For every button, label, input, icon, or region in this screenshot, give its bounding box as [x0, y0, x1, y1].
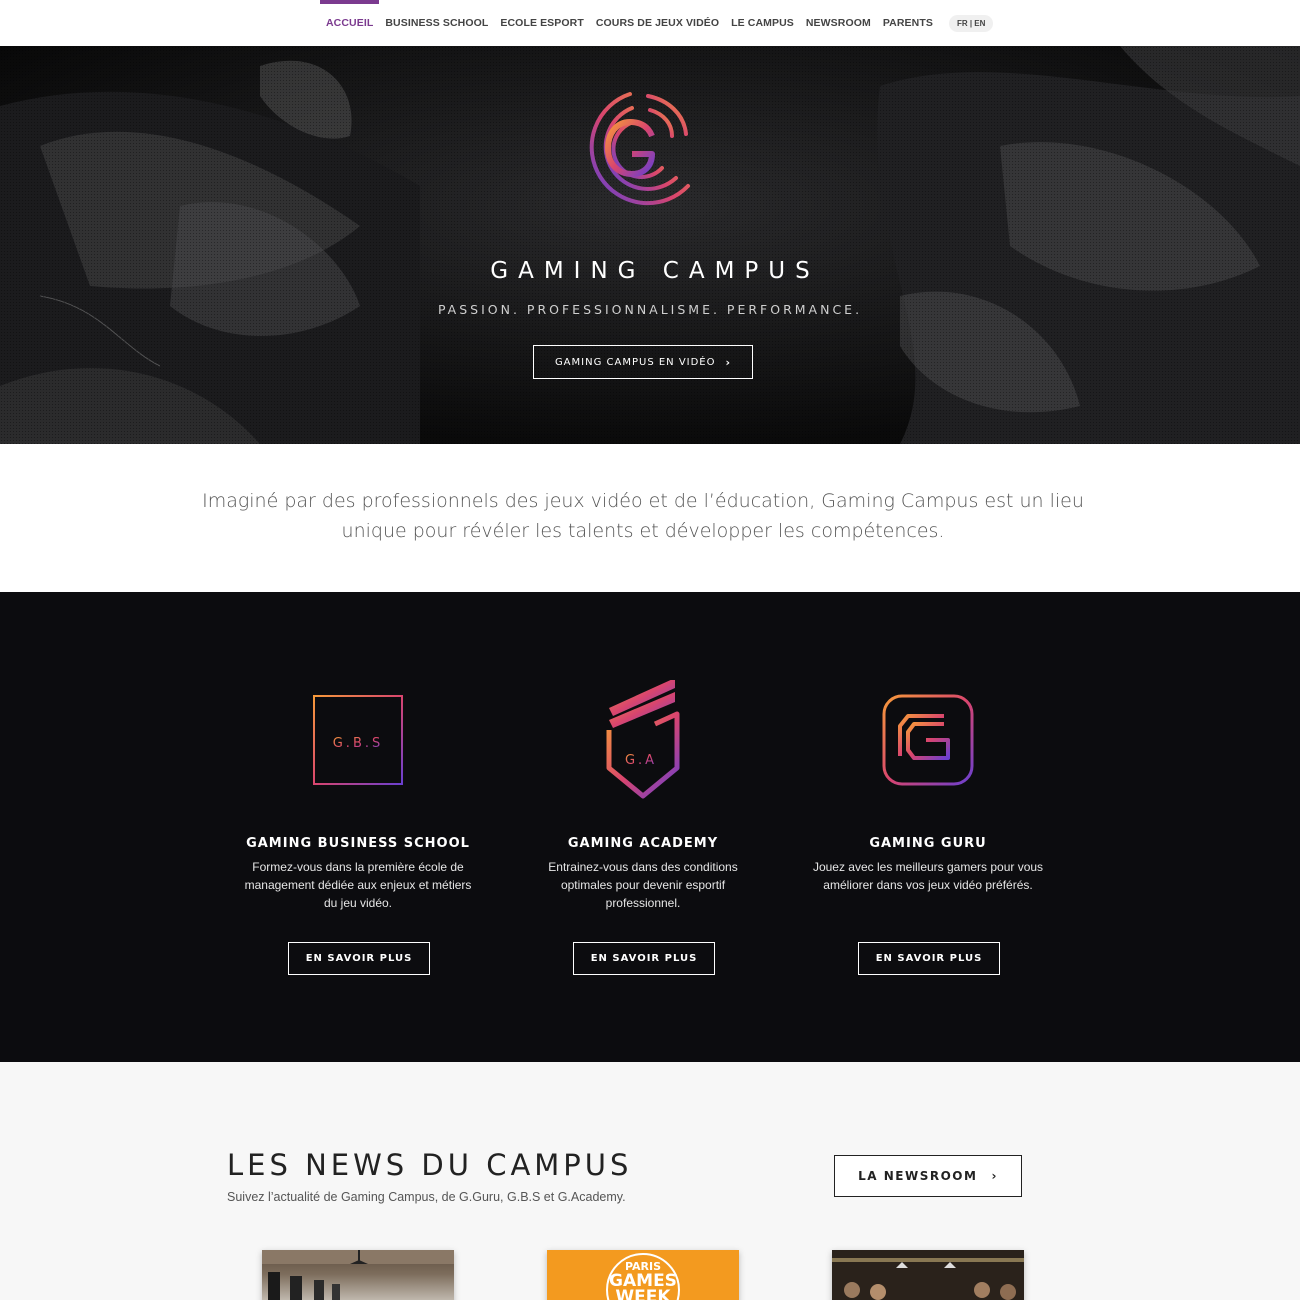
news-card-2[interactable]: PARIS GAMES WEEK — [547, 1250, 739, 1300]
ga-shield-logo-icon: G.A — [606, 680, 680, 799]
newsroom-button[interactable]: LA NEWSROOM › — [834, 1155, 1022, 1197]
nav-menu: ACCUEIL BUSINESS SCHOOL ECOLE ESPORT COU… — [320, 0, 994, 46]
gaming-campus-logo-icon — [589, 92, 690, 206]
nav-item-le-campus[interactable]: LE CAMPUS — [725, 0, 800, 46]
gbs-logo-icon: G.B.S — [313, 695, 403, 785]
ga-logo-text: G.A — [625, 753, 657, 768]
gbs-learn-more-button[interactable]: EN SAVOIR PLUS — [288, 942, 430, 975]
schools-section: G.B.S GAMING BUSINESS SCHOOL Formez-vous… — [0, 592, 1300, 1062]
hero-banner: GAMING CAMPUS PASSION. PROFESSIONNALISME… — [0, 46, 1300, 444]
language-switcher[interactable]: FR | EN — [948, 14, 994, 32]
news-card-image — [832, 1250, 1024, 1300]
nav-item-newsroom[interactable]: NEWSROOM — [800, 0, 877, 46]
school-name: GAMING ACADEMY — [567, 836, 719, 851]
nav-item-business-school[interactable]: BUSINESS SCHOOL — [379, 0, 494, 46]
news-subtitle: Suivez l’actualité de Gaming Campus, de … — [227, 1190, 626, 1204]
paris-games-week-logo-text: WEEK — [615, 1287, 671, 1300]
ga-learn-more-button[interactable]: EN SAVOIR PLUS — [573, 942, 715, 975]
nav-item-ecole-esport[interactable]: ECOLE ESPORT — [494, 0, 589, 46]
intro-text: Imaginé par des professionnels des jeux … — [202, 490, 1084, 542]
chevron-right-icon: › — [725, 355, 732, 369]
school-description: Formez-vous dans la première école de ma… — [244, 860, 472, 910]
hero-tagline: PASSION. PROFESSIONNALISME. PERFORMANCE. — [437, 302, 863, 317]
news-title: LES NEWS DU CAMPUS — [227, 1148, 633, 1182]
news-card-1[interactable] — [262, 1250, 454, 1300]
school-description: Jouez avec les meilleurs gamers pour vou… — [812, 860, 1044, 892]
school-name: GAMING BUSINESS SCHOOL — [246, 836, 470, 851]
school-name: GAMING GURU — [869, 836, 987, 851]
news-card-3[interactable] — [832, 1250, 1024, 1300]
guru-learn-more-button[interactable]: EN SAVOIR PLUS — [858, 942, 1000, 975]
video-button[interactable]: GAMING CAMPUS EN VIDÉO › — [533, 345, 753, 379]
nav-item-parents[interactable]: PARENTS — [877, 0, 939, 46]
gbs-logo-text: G.B.S — [333, 736, 384, 751]
top-navigation: ACCUEIL BUSINESS SCHOOL ECOLE ESPORT COU… — [0, 0, 1300, 46]
nav-item-cours-jeux-video[interactable]: COURS DE JEUX VIDÉO — [590, 0, 725, 46]
nav-item-accueil[interactable]: ACCUEIL — [320, 0, 380, 46]
newsroom-button-label: LA NEWSROOM — [858, 1169, 978, 1183]
news-card-image: PARIS GAMES WEEK — [547, 1250, 739, 1300]
news-section: LES NEWS DU CAMPUS Suivez l’actualité de… — [0, 1062, 1300, 1300]
news-card-image — [262, 1250, 454, 1300]
intro-section: Imaginé par des professionnels des jeux … — [0, 444, 1300, 592]
hero-title: GAMING CAMPUS — [490, 258, 820, 284]
chevron-right-icon: › — [991, 1169, 998, 1183]
video-button-label: GAMING CAMPUS EN VIDÉO — [554, 356, 716, 368]
guru-logo-icon — [882, 694, 974, 786]
school-description: Entrainez-vous dans des conditions optim… — [548, 860, 738, 910]
